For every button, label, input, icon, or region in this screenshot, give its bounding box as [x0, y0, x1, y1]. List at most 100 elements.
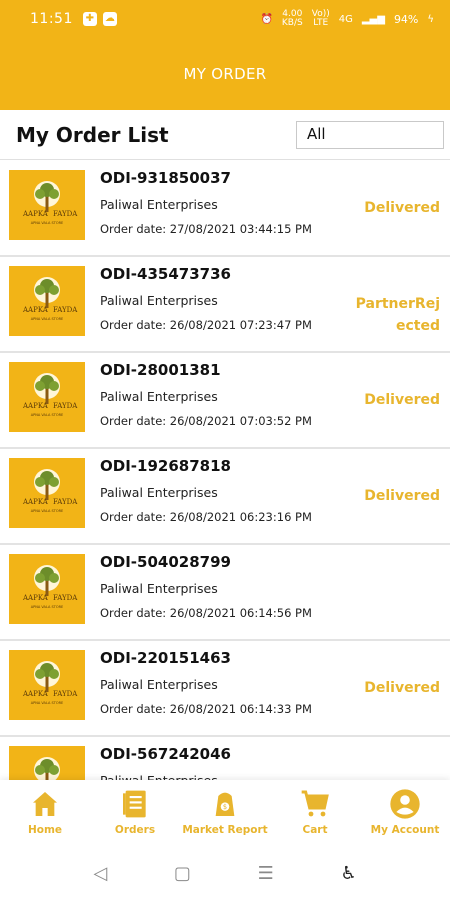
app-bar: MY ORDER — [0, 38, 450, 110]
order-status: PartnerRejected — [355, 296, 440, 334]
order-date: Order date: 26/08/2021 06:14:56 PM — [100, 606, 312, 620]
alarm-icon: ⏰ — [260, 13, 273, 25]
logo-line2: FAYDA — [53, 210, 78, 218]
aapka-fayda-logo: AAPKA FAYDA APNA VALA STORE — [9, 266, 85, 336]
logo-line2: FAYDA — [53, 402, 78, 410]
order-date: Order date: 26/08/2021 06:14:33 PM — [100, 702, 312, 716]
order-date: Order date: 26/08/2021 06:23:16 PM — [100, 510, 312, 524]
nav-cart-label: Cart — [302, 824, 328, 836]
home-square-icon[interactable]: ▢ — [174, 863, 191, 884]
order-row[interactable]: AAPKA FAYDA APNA VALA STORE ODI-56724204… — [0, 737, 450, 780]
order-vendor: Paliwal Enterprises — [100, 197, 218, 212]
order-list-title: My Order List — [16, 122, 169, 147]
logo-tagline: APNA VALA STORE — [31, 605, 64, 609]
battery-level: 94% — [393, 12, 419, 26]
page-title: MY ORDER — [183, 65, 267, 83]
order-id: ODI-567242046 — [100, 745, 231, 763]
aapka-fayda-logo: AAPKA FAYDA APNA VALA STORE — [9, 362, 85, 432]
logo-line2: FAYDA — [53, 306, 78, 314]
nav-market-report-label: Market Report — [182, 824, 268, 836]
order-status: Delivered — [364, 200, 440, 216]
order-row[interactable]: AAPKA FAYDA APNA VALA STORE ODI-22015146… — [0, 641, 450, 737]
logo-line2: FAYDA — [53, 498, 78, 506]
order-date: Order date: 26/08/2021 07:23:47 PM — [100, 318, 312, 332]
back-icon[interactable]: ◁ — [93, 863, 107, 884]
order-vendor: Paliwal Enterprises — [100, 293, 218, 308]
logo-line2: FAYDA — [53, 690, 78, 698]
nav-orders-label: Orders — [114, 824, 156, 836]
order-date: Order date: 26/08/2021 07:03:52 PM — [100, 414, 312, 428]
market-report-icon: $ — [215, 792, 235, 816]
status-time: 11:51 — [30, 11, 73, 27]
order-row[interactable]: AAPKA FAYDA APNA VALA STORE ODI-19268781… — [0, 449, 450, 545]
order-thumbnail: AAPKA FAYDA APNA VALA STORE — [9, 746, 85, 780]
signal-4g-icon: 4G — [338, 13, 353, 25]
logo-tagline: APNA VALA STORE — [31, 317, 64, 321]
account-icon — [390, 789, 420, 819]
order-status: Delivered — [364, 392, 440, 408]
order-row[interactable]: AAPKA FAYDA APNA VALA STORE ODI-50402879… — [0, 545, 450, 641]
order-status: Delivered — [364, 680, 440, 696]
order-thumbnail: AAPKA FAYDA APNA VALA STORE — [9, 554, 85, 624]
cloud-notification-icon: ☁ — [102, 12, 117, 26]
accessibility-icon[interactable]: ♿ — [340, 863, 356, 884]
order-id: ODI-220151463 — [100, 649, 231, 667]
notification-icons: ✚ ☁ — [82, 12, 117, 26]
order-thumbnail: AAPKA FAYDA APNA VALA STORE — [9, 458, 85, 528]
order-vendor: Paliwal Enterprises — [100, 677, 218, 692]
logo-line1: AAPKA — [22, 594, 49, 602]
logo-line2: FAYDA — [53, 594, 78, 602]
status-bar: 11:51 ✚ ☁ ⏰ 4.00 KB/S Vo)) LTE 4G ▂▄▆ 94… — [0, 0, 450, 38]
cart-icon — [301, 790, 329, 817]
logo-tagline: APNA VALA STORE — [31, 221, 64, 225]
aapka-fayda-logo: AAPKA FAYDA APNA VALA STORE — [9, 170, 85, 240]
nav-market-report[interactable]: $ Market Report — [180, 788, 270, 836]
nav-my-account[interactable]: My Account — [360, 788, 450, 836]
order-vendor: Paliwal Enterprises — [100, 581, 218, 596]
aapka-fayda-logo: AAPKA FAYDA APNA VALA STORE — [9, 554, 85, 624]
order-id: ODI-28001381 — [100, 361, 221, 379]
logo-line1: AAPKA — [22, 210, 49, 218]
logo-tagline: APNA VALA STORE — [31, 509, 64, 513]
aapka-fayda-logo: AAPKA FAYDA APNA VALA STORE — [9, 458, 85, 528]
orders-icon — [123, 790, 146, 818]
logo-line1: AAPKA — [22, 498, 49, 506]
network-speed: 4.00 KB/S — [281, 9, 303, 28]
app-notification-icon: ✚ — [82, 12, 97, 26]
order-thumbnail: AAPKA FAYDA APNA VALA STORE — [9, 266, 85, 336]
signal-bars-icon: ▂▄▆ — [361, 13, 385, 25]
home-icon — [33, 792, 57, 816]
order-id: ODI-192687818 — [100, 457, 231, 475]
aapka-fayda-logo: AAPKA FAYDA APNA VALA STORE — [9, 650, 85, 720]
order-row[interactable]: AAPKA FAYDA APNA VALA STORE ODI-28001381… — [0, 353, 450, 449]
logo-tagline: APNA VALA STORE — [31, 701, 64, 705]
order-id: ODI-504028799 — [100, 553, 231, 571]
order-status: Delivered — [364, 488, 440, 504]
order-id: ODI-931850037 — [100, 169, 231, 187]
nav-cart[interactable]: Cart — [270, 788, 360, 836]
order-list-header: My Order List All — [0, 110, 450, 160]
order-list[interactable]: AAPKA FAYDA APNA VALA STORE ODI-93185003… — [0, 161, 450, 780]
order-row[interactable]: AAPKA FAYDA APNA VALA STORE ODI-43547373… — [0, 257, 450, 353]
nav-home[interactable]: Home — [0, 788, 90, 836]
system-navigation-bar: ◁ ▢ ☰ ♿ — [0, 846, 450, 900]
nav-orders[interactable]: Orders — [90, 788, 180, 836]
order-vendor: Paliwal Enterprises — [100, 773, 218, 780]
logo-line1: AAPKA — [22, 306, 49, 314]
order-date: Order date: 27/08/2021 03:44:15 PM — [100, 222, 312, 236]
order-vendor: Paliwal Enterprises — [100, 485, 218, 500]
battery-charging-icon: ϟ — [427, 13, 434, 25]
order-thumbnail: AAPKA FAYDA APNA VALA STORE — [9, 362, 85, 432]
svg-text:$: $ — [223, 803, 227, 811]
logo-line1: AAPKA — [22, 402, 49, 410]
nav-home-label: Home — [27, 824, 63, 836]
recents-icon[interactable]: ☰ — [258, 863, 274, 884]
bottom-navigation: Home Orders $ Market Report Cart My Acco… — [0, 780, 450, 846]
order-row[interactable]: AAPKA FAYDA APNA VALA STORE ODI-93185003… — [0, 161, 450, 257]
logo-tagline: APNA VALA STORE — [31, 413, 64, 417]
order-vendor: Paliwal Enterprises — [100, 389, 218, 404]
filter-selected-value: All — [307, 125, 326, 143]
nav-my-account-label: My Account — [370, 824, 440, 836]
status-filter-dropdown[interactable]: All — [296, 121, 444, 149]
order-thumbnail: AAPKA FAYDA APNA VALA STORE — [9, 170, 85, 240]
